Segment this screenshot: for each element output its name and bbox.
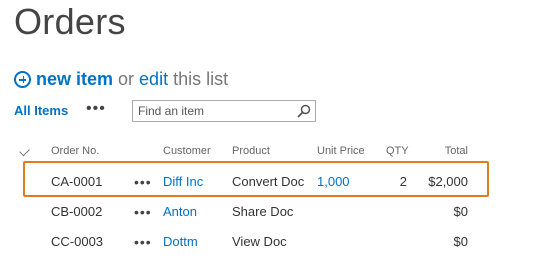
header-order-no[interactable]: Order No. (51, 139, 99, 163)
search-box (132, 100, 316, 122)
checkmark-icon (19, 145, 30, 157)
order-no-cell: CB-0002 (51, 204, 103, 219)
item-menu-ellipsis[interactable]: ••• (134, 167, 152, 197)
header-unit-price[interactable]: Unit Price (317, 139, 365, 163)
search-input[interactable] (133, 101, 298, 121)
table-header-row: Order No. Customer Product Unit Price QT… (14, 139, 494, 163)
add-circle-icon[interactable] (14, 70, 31, 88)
view-toolbar: All Items ••• (14, 100, 324, 122)
customer-link[interactable]: Diff Inc (163, 167, 203, 197)
header-product[interactable]: Product (232, 139, 270, 163)
product-cell: View Doc (232, 234, 287, 249)
new-item-bar: new item or edit this list (14, 66, 228, 92)
orders-table: Order No. Customer Product Unit Price QT… (14, 139, 494, 257)
edit-link[interactable]: edit (139, 69, 168, 90)
new-item-link[interactable]: new item (36, 69, 113, 90)
customer-link[interactable]: Anton (163, 197, 197, 227)
header-total[interactable]: Total (445, 139, 468, 163)
table-row[interactable]: CB-0002 ••• Anton Share Doc $0 (14, 197, 494, 227)
order-no-cell: CC-0003 (51, 234, 104, 249)
header-customer[interactable]: Customer (163, 139, 211, 163)
total-cell: $0 (453, 234, 468, 249)
item-menu-ellipsis[interactable]: ••• (134, 227, 152, 257)
unit-price-link[interactable]: 1,000 (317, 167, 350, 197)
total-cell: $2,000 (428, 174, 468, 189)
customer-link[interactable]: Dottm (163, 227, 198, 257)
table-row[interactable]: CA-0001 ••• Diff Inc Convert Doc 1,000 2… (14, 167, 494, 197)
total-cell: $0 (453, 204, 468, 219)
page-title: Orders (14, 1, 126, 42)
table-row[interactable]: CC-0003 ••• Dottm View Doc $0 (14, 227, 494, 257)
view-all-items-tab[interactable]: All Items (14, 103, 68, 118)
order-no-cell: CA-0001 (51, 174, 103, 189)
product-cell: Convert Doc (232, 174, 305, 189)
or-text: or (118, 68, 135, 89)
search-icon[interactable] (297, 104, 311, 118)
header-qty[interactable]: QTY (386, 139, 409, 163)
item-menu-ellipsis[interactable]: ••• (134, 197, 152, 227)
select-all-checkbox[interactable] (19, 139, 30, 163)
this-list-text: this list (173, 68, 229, 89)
qty-cell: 2 (399, 174, 407, 189)
product-cell: Share Doc (232, 204, 294, 219)
view-more-ellipsis[interactable]: ••• (86, 100, 106, 118)
